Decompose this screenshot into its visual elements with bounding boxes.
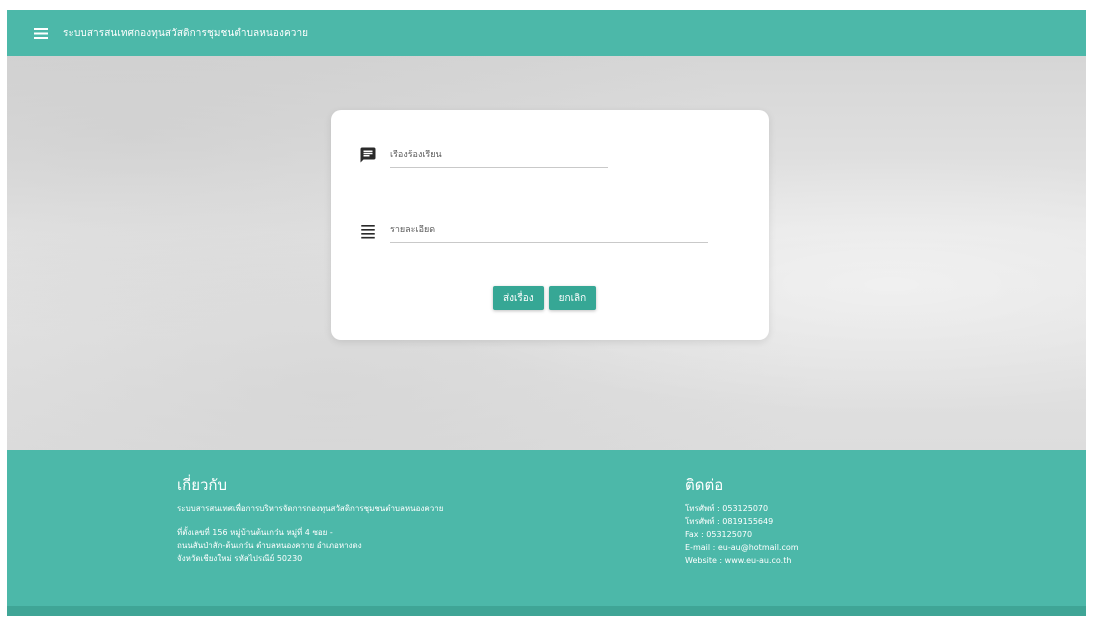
subject-input[interactable] (390, 150, 608, 168)
address-line: ถนนสันป่าสัก-ต้นเกว๋น ตำบลหนองควาย อำเภอ… (177, 541, 362, 550)
menu-button[interactable] (31, 10, 51, 56)
cancel-button[interactable]: ยกเลิก (548, 286, 597, 310)
app-title: ระบบสารสนเทศกองทุนสวัสดิการชุมชนตำบลหนอง… (63, 27, 309, 39)
address-line: ที่ตั้งเลขที่ 156 หมู่บ้านต้นเกว๋น หมู่ท… (177, 528, 333, 537)
contact-fax: Fax : 053125070 (685, 530, 753, 539)
hero-background: ส่งเรื่อง ยกเลิก (7, 56, 1086, 450)
contact-email[interactable]: E-mail : eu-au@hotmail.com (685, 541, 799, 554)
submit-button[interactable]: ส่งเรื่อง (493, 286, 544, 310)
top-app-bar: ระบบสารสนเทศกองทุนสวัสดิการชุมชนตำบลหนอง… (7, 10, 1086, 56)
about-heading: เกี่ยวกับ (177, 476, 228, 494)
footer-about: เกี่ยวกับ ระบบสารสนเทศเพื่อการบริหารจัดก… (177, 475, 443, 565)
form-actions: ส่งเรื่อง ยกเลิก (493, 286, 597, 310)
contact-heading: ติดต่อ (685, 476, 724, 494)
text-lines-icon (361, 225, 375, 239)
page: ระบบสารสนเทศกองทุนสวัสดิการชุมชนตำบลหนอง… (7, 10, 1086, 616)
contact-website[interactable]: Website : www.eu-au.co.th (685, 554, 799, 567)
footer-contact: ติดต่อ โทรศัพท์ : 053125070 โทรศัพท์ : 0… (685, 475, 799, 567)
contact-phone-2: โทรศัพท์ : 0819155649 (685, 517, 774, 526)
footer-bottom-bar (7, 606, 1086, 616)
address-line: จังหวัดเชียงใหม่ รหัสไปรณีย์ 50230 (177, 554, 303, 563)
detail-input[interactable] (390, 225, 708, 243)
complaint-form-card: ส่งเรื่อง ยกเลิก (331, 110, 769, 340)
hamburger-menu-icon (34, 27, 48, 39)
chat-bubble-icon (360, 147, 376, 163)
about-description: ระบบสารสนเทศเพื่อการบริหารจัดการกองทุนสว… (177, 504, 444, 513)
footer: เกี่ยวกับ ระบบสารสนเทศเพื่อการบริหารจัดก… (7, 450, 1086, 606)
contact-phone-1: โทรศัพท์ : 053125070 (685, 504, 769, 513)
